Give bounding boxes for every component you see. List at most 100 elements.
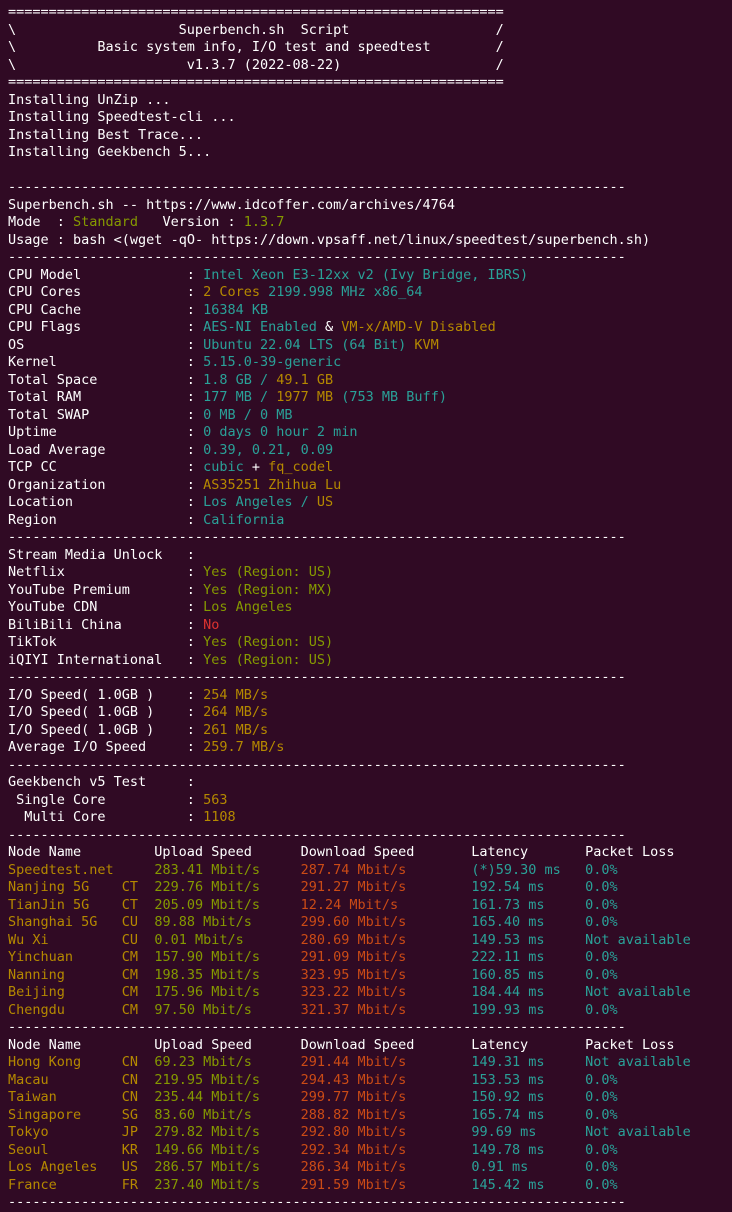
node-isp: JP <box>121 1124 155 1140</box>
sysinfo-value: & <box>316 319 342 335</box>
speedtest-domestic-row-4: Wu Xi CU 0.01 Mbit/s 280.69 Mbit/s 149.5… <box>8 932 732 950</box>
stream-value: No <box>203 616 220 633</box>
sysinfo-value: 16384 KB <box>203 301 269 318</box>
packet-loss: 0.0% <box>585 1106 618 1123</box>
node-isp: US <box>121 1159 155 1175</box>
io-row-2: I/O Speed( 1.0GB ) : 261 MB/s <box>8 722 732 740</box>
node-isp: CM <box>121 966 155 983</box>
upload-speed: 149.66 Mbit/s <box>154 1141 301 1158</box>
install-log-line-1: Installing Speedtest-cli ... <box>8 109 732 127</box>
stream-row-0: Netflix : Yes (Region: US) <box>8 564 732 582</box>
sysinfo-value: 1977 MB <box>276 389 334 405</box>
banner-title: \ Superbench.sh Script / <box>8 21 504 38</box>
upload-speed: 198.35 Mbit/s <box>154 966 301 983</box>
sysinfo-value: KVM <box>414 336 439 353</box>
packet-loss: 0.0% <box>585 1001 618 1018</box>
sysinfo-row-8: Total SWAP : 0 MB / 0 MB <box>8 407 732 425</box>
upload-speed: 279.82 Mbit/s <box>154 1124 301 1140</box>
node-isp: SG <box>121 1106 155 1123</box>
upload-speed: 89.88 Mbit/s <box>154 914 301 930</box>
download-speed: 323.95 Mbit/s <box>300 966 472 983</box>
sysinfo-value: California <box>203 511 285 528</box>
sysinfo-label: CPU Cache : <box>8 301 204 318</box>
section-rule-stream: ----------------------------------------… <box>8 529 732 547</box>
sysinfo-value: 0 MB / 0 MB <box>203 406 293 423</box>
sysinfo-row-1: CPU Cores : 2 Cores 2199.998 MHz x86_64 <box>8 284 732 302</box>
upload-speed: 175.96 Mbit/s <box>154 984 301 1000</box>
sysinfo-value: 0.39, 0.21, 0.09 <box>203 441 334 458</box>
node-isp: CM <box>121 1001 155 1018</box>
packet-loss: Not available <box>585 931 691 948</box>
section-rule-io: ----------------------------------------… <box>8 669 732 687</box>
io-label: I/O Speed( 1.0GB ) : <box>8 686 204 703</box>
latency: (*)59.30 ms <box>471 861 586 878</box>
section-rule: ----------------------------------------… <box>8 249 626 265</box>
node-name: TianJin 5G <box>8 896 122 913</box>
stream-row-4: TikTok : Yes (Region: US) <box>8 634 732 652</box>
banner-version: \ v1.3.7 (2022-08-22) / <box>8 57 732 75</box>
io-label: I/O Speed( 1.0GB ) : <box>8 704 204 720</box>
banner-version: \ v1.3.7 (2022-08-22) / <box>8 56 504 73</box>
sysinfo-value: / <box>292 494 317 510</box>
speedtest-header: Node Name Upload Speed Download Speed La… <box>8 844 675 860</box>
download-speed: 299.77 Mbit/s <box>300 1089 472 1105</box>
install-log-line-3: Installing Geekbench 5... <box>8 144 732 162</box>
version-value: 1.3.7 <box>243 214 285 230</box>
sysinfo-row-4: OS : Ubuntu 22.04 LTS (64 Bit) KVM <box>8 337 732 355</box>
download-speed: 291.59 Mbit/s <box>300 1176 472 1193</box>
stream-value: Yes (Region: MX) <box>203 581 334 598</box>
stream-row-5: iQIYI International : Yes (Region: US) <box>8 652 732 670</box>
download-speed: 288.82 Mbit/s <box>300 1106 472 1123</box>
sysinfo-value: 0 days 0 hour 2 min <box>203 424 358 440</box>
geekbench-row-1: Multi Core : 1108 <box>8 809 732 827</box>
sysinfo-value: fq_codel <box>268 459 334 475</box>
geekbench-label: Multi Core : <box>8 809 204 825</box>
stream-header-label: Stream Media Unlock : <box>8 546 204 563</box>
speedtest-international-row-3: Singapore SG 83.60 Mbit/s 288.82 Mbit/s … <box>8 1107 732 1125</box>
download-speed: 323.22 Mbit/s <box>300 984 472 1000</box>
node-name: Seoul <box>8 1141 122 1158</box>
sysinfo-value: Intel Xeon E3-12xx v2 (Ivy Bridge, IBRS) <box>203 266 529 283</box>
stream-label: iQIYI International : <box>8 651 204 668</box>
sysinfo-value: 2199.998 MHz x86_64 <box>268 284 423 300</box>
install-log-line: Installing Speedtest-cli ... <box>8 109 236 125</box>
io-value: 264 MB/s <box>203 704 269 720</box>
geekbench-value: 1108 <box>203 809 236 825</box>
sysinfo-value: VM-x/AMD-V Disabled <box>341 319 496 335</box>
stream-label: Netflix : <box>8 564 204 580</box>
sysinfo-label: Region : <box>8 511 204 528</box>
packet-loss: Not available <box>585 984 691 1000</box>
download-speed: 291.27 Mbit/s <box>300 879 472 895</box>
node-isp: KR <box>121 1141 155 1158</box>
geekbench-row-0: Single Core : 563 <box>8 792 732 810</box>
sysinfo-value: 5.15.0-39-generic <box>203 354 342 370</box>
node-name: Hong Kong <box>8 1054 122 1070</box>
banner-bottom-rule: ========================================… <box>8 74 504 90</box>
download-speed: 292.34 Mbit/s <box>300 1141 472 1158</box>
upload-speed: 157.90 Mbit/s <box>154 949 301 965</box>
stream-value: Yes (Region: US) <box>203 651 334 668</box>
section-rule: ----------------------------------------… <box>8 1019 626 1035</box>
download-speed: 299.60 Mbit/s <box>300 914 472 930</box>
stream-label: YouTube Premium : <box>8 581 204 598</box>
banner-top-rule: ========================================… <box>8 4 504 20</box>
sysinfo-value: / <box>251 389 277 405</box>
sysinfo-row-2: CPU Cache : 16384 KB <box>8 302 732 320</box>
install-log-line-0: Installing UnZip ... <box>8 92 732 110</box>
latency: 149.78 ms <box>471 1141 586 1158</box>
section-rule-geekbench: ----------------------------------------… <box>8 757 732 775</box>
node-isp: CM <box>121 949 155 965</box>
io-value: 259.7 MB/s <box>203 739 285 755</box>
upload-speed: 205.09 Mbit/s <box>154 896 301 913</box>
node-isp <box>122 862 155 878</box>
upload-speed: 219.95 Mbit/s <box>154 1071 301 1088</box>
speedtest-domestic-row-2: TianJin 5G CT 205.09 Mbit/s 12.24 Mbit/s… <box>8 897 732 915</box>
node-name: France <box>8 1176 122 1193</box>
sysinfo-value: cubic <box>203 459 244 475</box>
latency: 149.31 ms <box>471 1054 586 1070</box>
sysinfo-value: + <box>243 459 269 475</box>
node-isp: CU <box>121 931 155 948</box>
sysinfo-row-5: Kernel : 5.15.0-39-generic <box>8 354 732 372</box>
upload-speed: 286.57 Mbit/s <box>154 1159 301 1175</box>
